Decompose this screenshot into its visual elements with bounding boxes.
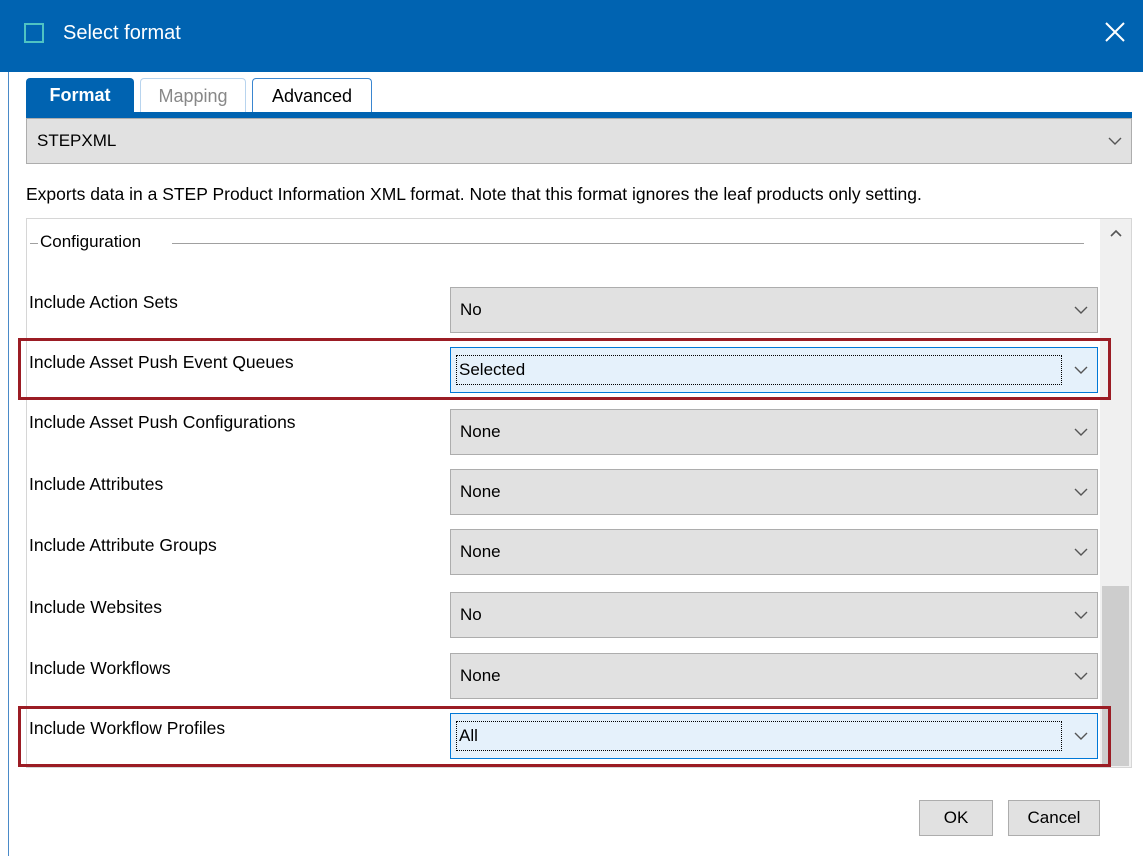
select-attribute-groups[interactable]: None (450, 529, 1098, 575)
chevron-down-icon (1074, 428, 1088, 436)
group-divider-right (172, 243, 1084, 244)
row-label-websites: Include Websites (29, 597, 162, 617)
format-select[interactable]: STEPXML (26, 118, 1132, 164)
close-button[interactable] (1097, 14, 1133, 50)
title-bar: Select format (0, 0, 1143, 72)
select-value: None (460, 422, 501, 441)
format-description: Exports data in a STEP Product Informati… (26, 184, 922, 204)
select-value: Selected (456, 355, 1062, 385)
select-action-sets[interactable]: No (450, 287, 1098, 333)
format-select-value: STEPXML (37, 131, 117, 150)
chevron-down-icon (1074, 366, 1088, 374)
select-workflow-profiles[interactable]: All (450, 713, 1098, 759)
row-label-action-sets: Include Action Sets (29, 292, 178, 312)
window-title: Select format (63, 22, 181, 44)
group-divider-left (30, 243, 38, 244)
chevron-down-icon (1074, 672, 1088, 680)
chevron-down-icon (1108, 137, 1122, 145)
row-label-asset-push-configurations: Include Asset Push Configurations (29, 412, 296, 432)
select-value: None (460, 666, 501, 685)
select-value: None (460, 542, 501, 561)
select-asset-push-event-queues[interactable]: Selected (450, 347, 1098, 393)
configuration-group-label: Configuration (40, 232, 142, 251)
chevron-down-icon (1074, 306, 1088, 314)
close-icon (1105, 22, 1125, 42)
chevron-down-icon (1074, 611, 1088, 619)
scrollbar-thumb[interactable] (1102, 586, 1129, 766)
select-websites[interactable]: No (450, 592, 1098, 638)
select-value: All (456, 721, 1062, 751)
tab-mapping: Mapping (140, 78, 246, 112)
select-value: No (460, 605, 482, 624)
tab-format[interactable]: Format (26, 78, 134, 112)
row-label-workflows: Include Workflows (29, 658, 171, 678)
select-value: None (460, 482, 501, 501)
row-label-attributes: Include Attributes (29, 474, 164, 494)
select-workflows[interactable]: None (450, 653, 1098, 699)
ok-button[interactable]: OK (919, 800, 993, 836)
row-label-workflow-profiles: Include Workflow Profiles (29, 718, 226, 738)
chevron-down-icon (1074, 732, 1088, 740)
select-attributes[interactable]: None (450, 469, 1098, 515)
tab-advanced[interactable]: Advanced (252, 78, 372, 112)
select-asset-push-configurations[interactable]: None (450, 409, 1098, 455)
select-value: No (460, 300, 482, 319)
row-label-asset-push-event-queues: Include Asset Push Event Queues (29, 352, 294, 372)
chevron-down-icon (1074, 548, 1088, 556)
window-left-border (8, 72, 9, 856)
app-icon (24, 23, 44, 43)
row-label-attribute-groups: Include Attribute Groups (29, 535, 217, 555)
chevron-down-icon (1074, 488, 1088, 496)
scroll-up-button[interactable] (1101, 222, 1131, 252)
chevron-up-icon (1110, 229, 1122, 237)
cancel-button[interactable]: Cancel (1008, 800, 1100, 836)
